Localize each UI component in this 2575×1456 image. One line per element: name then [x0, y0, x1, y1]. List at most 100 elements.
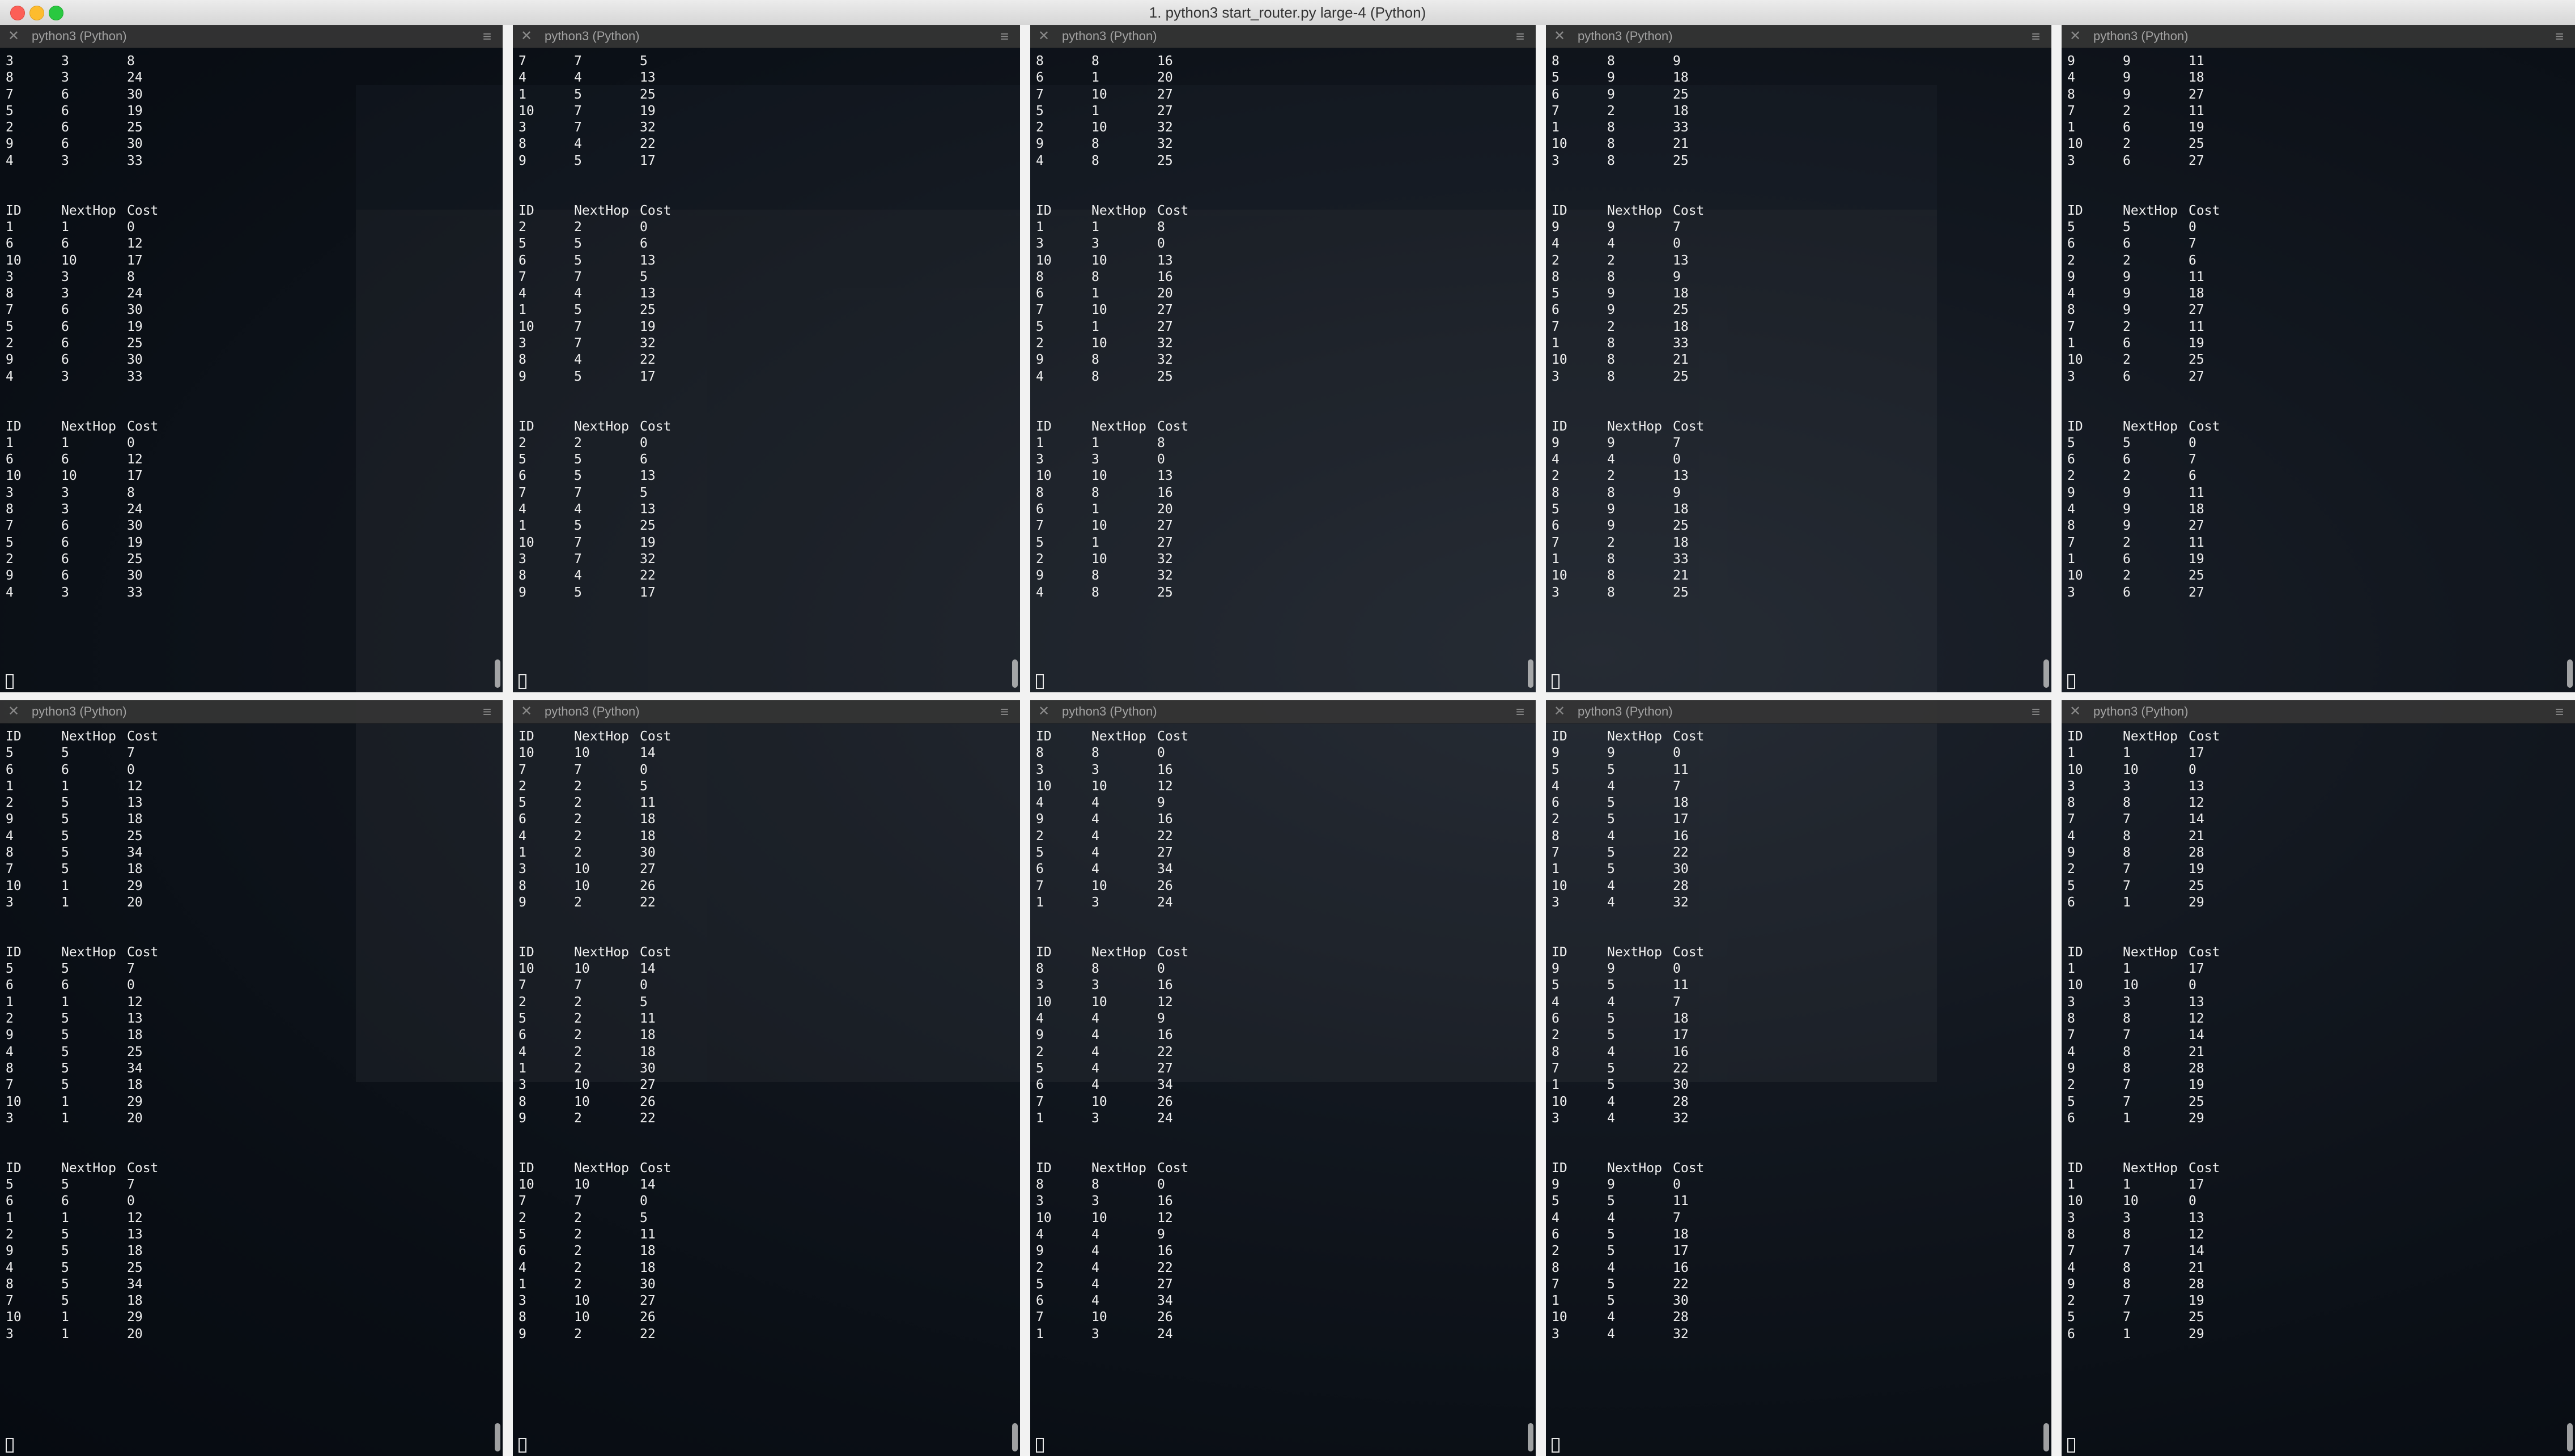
- pane-tab[interactable]: ✕ python3 (Python) ≡: [1030, 700, 1536, 723]
- scrollbar[interactable]: [495, 659, 500, 688]
- terminal-pane[interactable]: ✕ python3 (Python) ≡ ID NextHop Cost 9 9 0 5 5 11 4 4…: [1546, 700, 2051, 1456]
- cell: 7: [1036, 1094, 1044, 1109]
- cell: 27: [2189, 518, 2204, 534]
- cell: ID: [2067, 1160, 2083, 1176]
- pane-tab[interactable]: ✕ python3 (Python) ≡: [1546, 25, 2051, 48]
- scrollbar[interactable]: [1528, 1423, 1533, 1451]
- menu-icon[interactable]: ≡: [1000, 26, 1009, 46]
- cell: 0: [1157, 236, 1165, 252]
- table-row: 3 10 27: [519, 861, 1014, 878]
- close-icon[interactable]: ✕: [521, 26, 532, 46]
- menu-icon[interactable]: ≡: [2555, 701, 2564, 722]
- cell: Cost: [1157, 729, 1189, 744]
- close-icon[interactable]: ✕: [2070, 26, 2081, 46]
- cell: NextHop: [574, 944, 629, 960]
- pane-tab[interactable]: ✕ python3 (Python) ≡: [0, 700, 503, 723]
- cell: 2: [1036, 551, 1044, 567]
- close-icon[interactable]: ✕: [521, 701, 532, 722]
- pane-tab[interactable]: ✕ python3 (Python) ≡: [1546, 700, 2051, 723]
- cell: 5: [61, 1078, 69, 1093]
- menu-icon[interactable]: ≡: [2032, 701, 2040, 722]
- zoom-window-button[interactable]: [49, 6, 63, 20]
- terminal-pane[interactable]: ✕ python3 (Python) ≡ 9 9 11 4 9 18 8 9 27 7 2 11 1 6 19 10…: [2062, 25, 2575, 692]
- cell: 9: [1607, 219, 1615, 235]
- pane-divider-horizontal[interactable]: [0, 692, 2575, 700]
- terminal-pane[interactable]: ✕ python3 (Python) ≡ 3 3 8 8 3 24 7 6 30 5 6 19 2 6 25 9 6 3…: [0, 25, 503, 692]
- menu-icon[interactable]: ≡: [1516, 26, 1524, 46]
- cell: 2: [574, 1244, 582, 1259]
- cell: 25: [127, 551, 143, 567]
- cell: Cost: [1673, 944, 1705, 960]
- table-row: 3 4 32: [1552, 895, 2046, 911]
- pane-tab[interactable]: ✕ python3 (Python) ≡: [2062, 25, 2575, 48]
- terminal-pane[interactable]: ✕ python3 (Python) ≡ ID NextHop Cost 8 8 0 3 3 16 10…: [1030, 700, 1536, 1456]
- table-row: 8 3 24: [6, 70, 497, 86]
- pane-tab[interactable]: ✕ python3 (Python) ≡: [513, 700, 1020, 723]
- terminal-pane[interactable]: ✕ python3 (Python) ≡ 8 8 16 6 1 20 7 10 27 5 1 27 2 10 32…: [1030, 25, 1536, 692]
- table-header: ID NextHop Cost: [1552, 944, 2046, 961]
- table-row: 3 4 32: [1552, 1326, 2046, 1343]
- terminal-pane[interactable]: ✕ python3 (Python) ≡ ID NextHop Cost 10 10 14 7 7 0…: [513, 700, 1020, 1456]
- menu-icon[interactable]: ≡: [2555, 26, 2564, 46]
- scrollbar[interactable]: [1012, 1423, 1018, 1451]
- cell: 32: [640, 336, 656, 351]
- cell: NextHop: [1091, 1160, 1146, 1176]
- scrollbar[interactable]: [2043, 1423, 2049, 1451]
- close-window-button[interactable]: [10, 6, 25, 20]
- scrollbar[interactable]: [1528, 659, 1533, 688]
- scrollbar[interactable]: [1012, 659, 1018, 688]
- cell: 5: [574, 469, 582, 484]
- table-row: 8 8 12: [2067, 795, 2569, 811]
- cell: 6: [61, 518, 69, 534]
- pane-tab[interactable]: ✕ python3 (Python) ≡: [513, 25, 1020, 48]
- terminal-pane[interactable]: ✕ python3 (Python) ≡ 8 8 9 5 9 18 6 9 25 7 2 18 1 8 33 10 8…: [1546, 25, 2051, 692]
- menu-icon[interactable]: ≡: [483, 701, 491, 722]
- cell: 5: [1607, 762, 1615, 777]
- pane-divider-vertical[interactable]: [503, 25, 513, 1456]
- cell: 17: [127, 253, 143, 268]
- scrollbar[interactable]: [2043, 659, 2049, 688]
- cell: 6: [61, 137, 69, 152]
- close-icon[interactable]: ✕: [8, 701, 19, 722]
- table-row: 3 8 25: [1552, 369, 2046, 385]
- cell: 14: [2189, 1028, 2204, 1043]
- pane-divider-vertical[interactable]: [1020, 25, 1030, 1456]
- terminal-pane[interactable]: ✕ python3 (Python) ≡ ID NextHop Cost 5 5 7 6 6 0 1 1 1…: [0, 700, 503, 1456]
- cell: 9: [6, 1028, 14, 1043]
- pane-divider-vertical[interactable]: [2051, 25, 2062, 1456]
- cell: 10: [61, 253, 77, 268]
- cell: 3: [61, 70, 69, 86]
- cell: 7: [127, 746, 135, 761]
- close-icon[interactable]: ✕: [1554, 26, 1565, 46]
- cell: 6: [519, 812, 526, 827]
- cell: 1: [6, 994, 14, 1010]
- pane-tab[interactable]: ✕ python3 (Python) ≡: [1030, 25, 1536, 48]
- cell: 0: [127, 1194, 135, 1209]
- cell: 1: [519, 1061, 526, 1076]
- pane-tab[interactable]: ✕ python3 (Python) ≡: [2062, 700, 2575, 723]
- menu-icon[interactable]: ≡: [2032, 26, 2040, 46]
- menu-icon[interactable]: ≡: [1516, 701, 1524, 722]
- close-icon[interactable]: ✕: [8, 26, 19, 46]
- minimize-window-button[interactable]: [29, 6, 44, 20]
- menu-icon[interactable]: ≡: [1000, 701, 1009, 722]
- pane-tab[interactable]: ✕ python3 (Python) ≡: [0, 25, 503, 48]
- close-icon[interactable]: ✕: [1038, 26, 1049, 46]
- cell: 1: [1036, 1326, 1044, 1342]
- cell: 30: [127, 137, 143, 152]
- menu-icon[interactable]: ≡: [483, 26, 491, 46]
- cell: 3: [1091, 236, 1099, 252]
- cell: 1: [519, 87, 526, 102]
- scrollbar[interactable]: [2567, 659, 2573, 688]
- terminal-pane[interactable]: ✕ python3 (Python) ≡ ID NextHop Cost 1 1 17 10 10 0…: [2062, 700, 2575, 1456]
- cell: 1: [2067, 120, 2075, 135]
- close-icon[interactable]: ✕: [2070, 701, 2081, 722]
- close-icon[interactable]: ✕: [1038, 701, 1049, 722]
- terminal-pane[interactable]: ✕ python3 (Python) ≡ 7 7 5 4 4 13 1 5 25 10 7 19 3 7 32 8 4…: [513, 25, 1020, 692]
- scrollbar[interactable]: [495, 1423, 500, 1451]
- close-icon[interactable]: ✕: [1554, 701, 1565, 722]
- pane-divider-vertical[interactable]: [1536, 25, 1546, 1456]
- scrollbar[interactable]: [2567, 1423, 2573, 1451]
